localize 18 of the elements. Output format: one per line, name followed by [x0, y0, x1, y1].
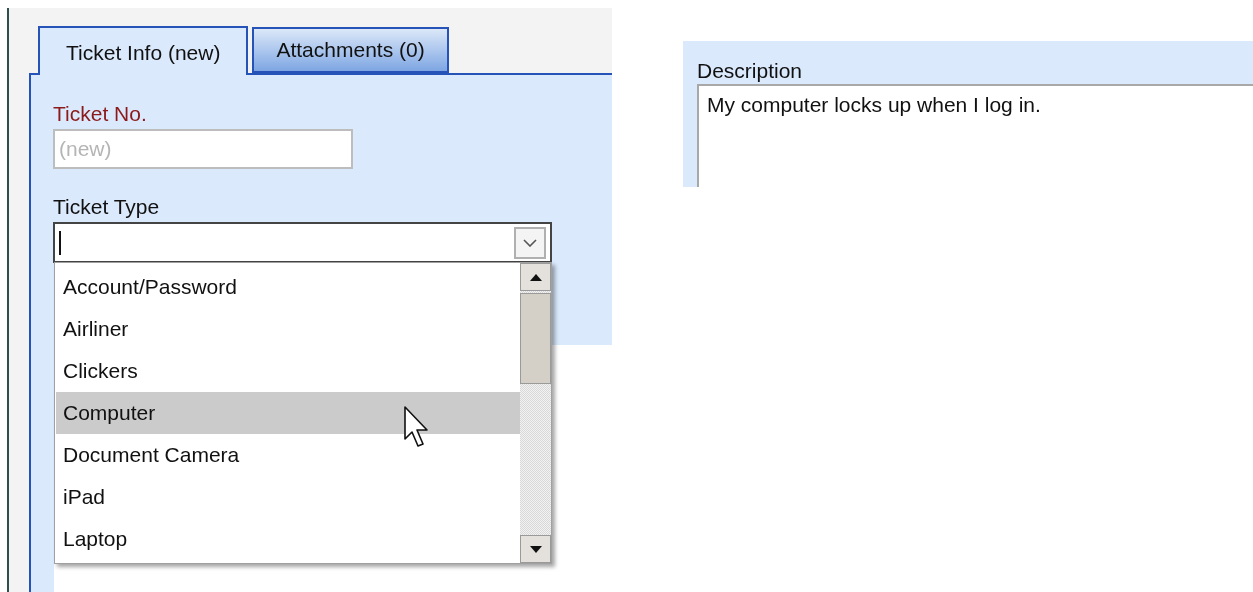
- ticket-type-combobox[interactable]: [53, 222, 552, 263]
- dropdown-option[interactable]: Computer: [56, 392, 520, 434]
- scrollbar[interactable]: [520, 263, 551, 563]
- tab[interactable]: Ticket Info (new): [38, 26, 249, 75]
- field-label: Ticket No.: [53, 101, 148, 127]
- scroll-thumb[interactable]: [520, 293, 551, 384]
- description-field[interactable]: My computer locks up when I log in.: [697, 84, 1253, 187]
- chevron-down-icon: [523, 238, 537, 247]
- arrow-down-icon: [529, 545, 542, 553]
- tab[interactable]: Attachments (0): [252, 27, 449, 73]
- scroll-down-button[interactable]: [520, 535, 551, 563]
- scroll-up-button[interactable]: [520, 263, 551, 291]
- arrow-up-icon: [529, 273, 542, 281]
- field-label: Ticket Type: [53, 194, 161, 220]
- text-cursor: [59, 230, 61, 255]
- mouse-pointer-icon: [404, 406, 430, 450]
- description-text: My computer locks up when I log in.: [707, 93, 1041, 116]
- field-label: Description: [697, 58, 804, 84]
